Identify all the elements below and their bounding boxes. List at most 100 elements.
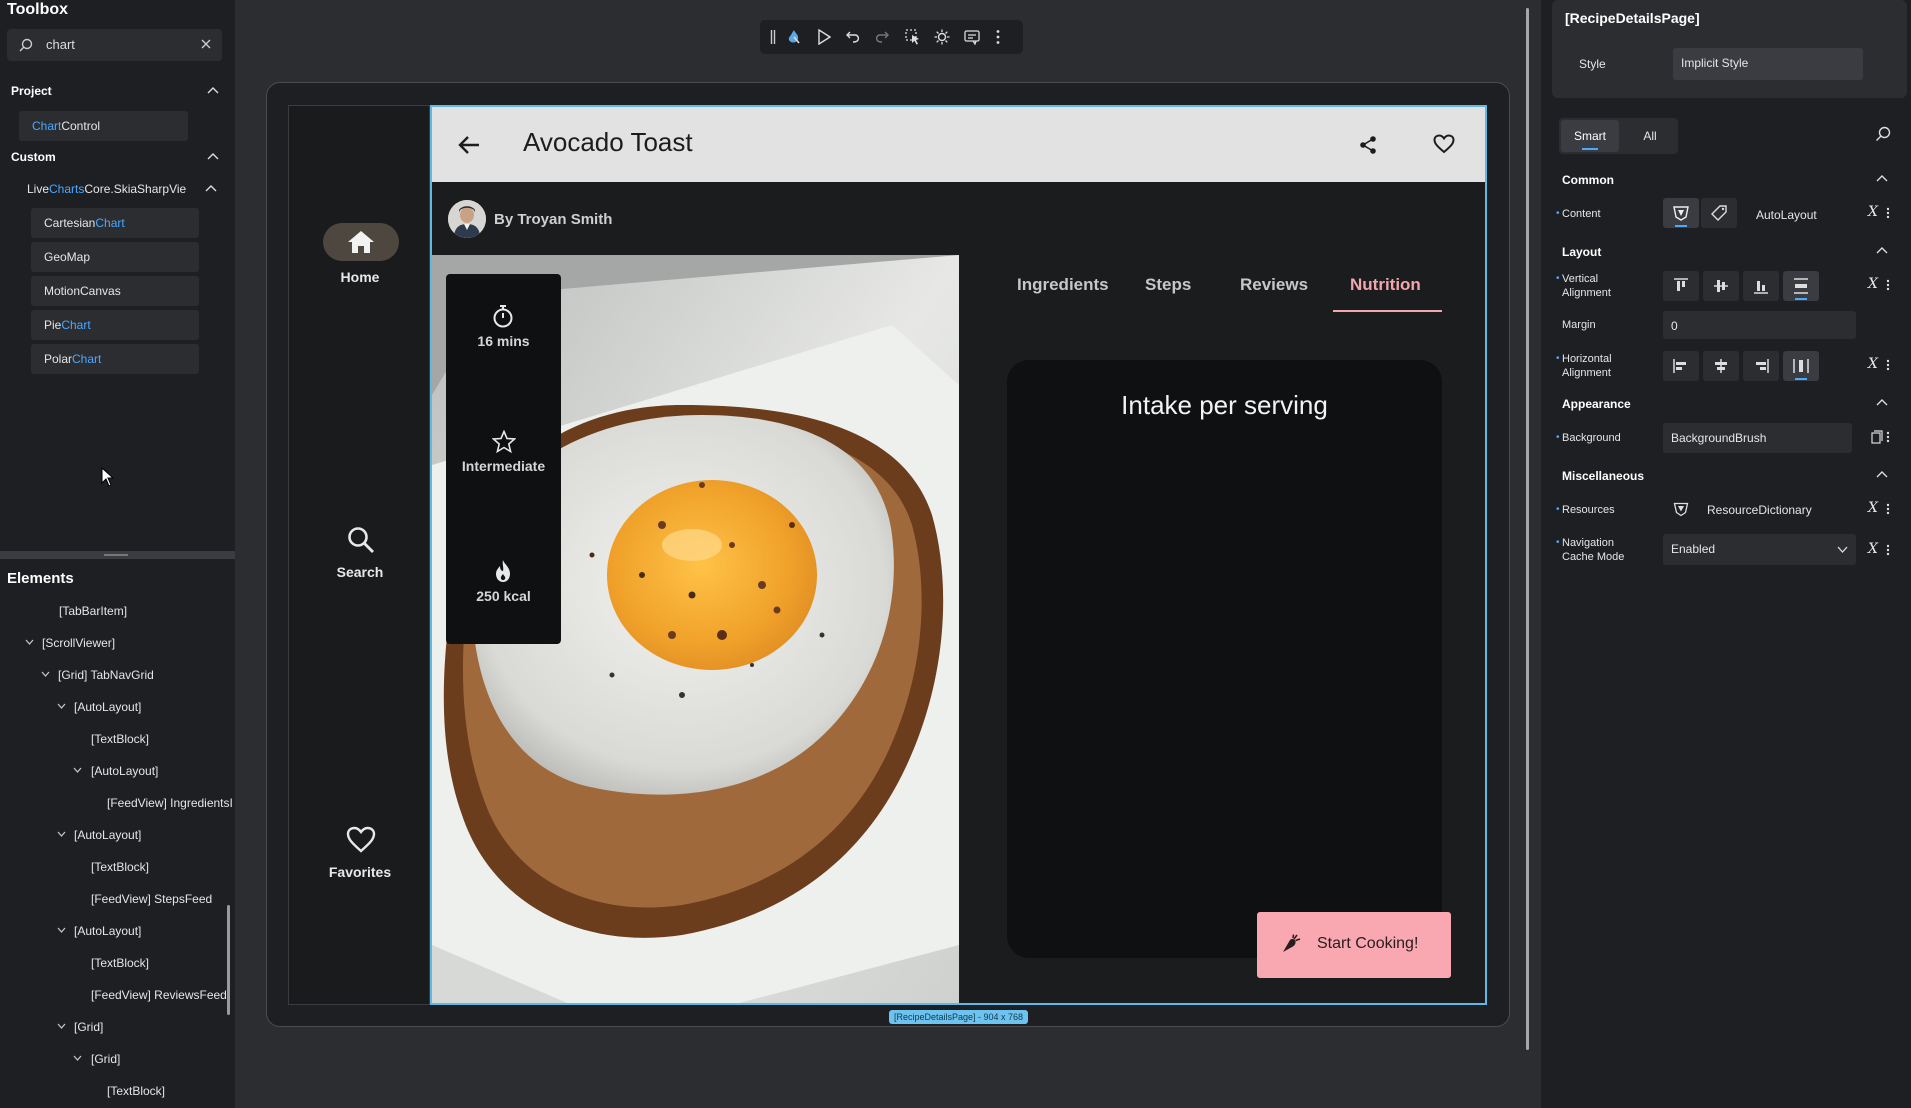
chevron-down-icon[interactable] — [57, 703, 66, 709]
tree-node[interactable]: [AutoLayout] — [74, 924, 141, 938]
section-common[interactable]: Common — [1562, 173, 1614, 187]
close-icon[interactable] — [200, 38, 212, 50]
valign-top[interactable] — [1663, 271, 1699, 301]
selection-icon[interactable] — [905, 29, 921, 45]
valign-center[interactable] — [1703, 271, 1739, 301]
chevron-down-icon[interactable] — [57, 1023, 66, 1029]
content-mode-binding[interactable] — [1663, 198, 1699, 228]
more-vertical-icon[interactable] — [1886, 544, 1890, 556]
tree-node[interactable]: [TabBarItem] — [59, 604, 127, 618]
halign-right[interactable] — [1743, 351, 1779, 381]
tree-node[interactable]: [Grid] TabNavGrid — [58, 668, 154, 682]
play-icon[interactable] — [817, 29, 831, 45]
tree-node[interactable]: [AutoLayout] — [74, 828, 141, 842]
tab-smart[interactable]: Smart — [1561, 120, 1619, 152]
tree-node[interactable]: [FeedView] IngredientsI — [107, 796, 233, 810]
valign-stretch[interactable] — [1783, 271, 1819, 301]
tab-steps[interactable]: Steps — [1145, 275, 1191, 295]
tree-node[interactable]: [AutoLayout] — [91, 764, 158, 778]
content-mode-tag[interactable] — [1701, 198, 1737, 228]
heart-icon[interactable] — [1433, 134, 1455, 154]
nav-home[interactable]: Home — [289, 223, 431, 293]
tree-node[interactable]: [Grid] — [91, 1052, 120, 1066]
tab-reviews[interactable]: Reviews — [1240, 275, 1308, 295]
binding-function-icon[interactable]: X — [1868, 356, 1878, 372]
valign-bottom[interactable] — [1743, 271, 1779, 301]
tab-nutrition[interactable]: Nutrition — [1350, 275, 1421, 295]
toolbox-item-motioncanvas[interactable]: MotionCanvas — [31, 276, 199, 306]
canvas-scrollbar[interactable] — [1526, 8, 1529, 1050]
tree-node[interactable]: [ScrollViewer] — [42, 636, 115, 650]
tree-node[interactable]: [TextBlock] — [107, 1084, 165, 1098]
drag-handle-icon[interactable] — [770, 29, 776, 45]
inspect-icon[interactable] — [964, 29, 980, 45]
chevron-down-icon[interactable] — [57, 831, 66, 837]
splitter-grip[interactable] — [104, 554, 128, 556]
toolbox-item-piechart[interactable]: PieChart — [31, 310, 199, 340]
start-cooking-button[interactable]: Start Cooking! — [1257, 912, 1451, 978]
tree-node[interactable]: [TextBlock] — [91, 732, 149, 746]
toolbox-search-input[interactable]: chart — [7, 29, 222, 61]
nav-cache-mode-select[interactable]: Enabled — [1663, 534, 1856, 565]
livecharts-group[interactable]: LiveChartsCore.SkiaSharpVie — [27, 182, 186, 196]
group-text: Live — [27, 182, 50, 196]
binding-function-icon[interactable]: X — [1868, 541, 1878, 557]
more-vertical-icon[interactable] — [1886, 279, 1890, 291]
nav-search[interactable]: Search — [289, 526, 431, 586]
hot-reload-icon[interactable] — [786, 29, 802, 45]
more-vertical-icon[interactable] — [1886, 431, 1890, 443]
section-miscellaneous[interactable]: Miscellaneous — [1562, 469, 1644, 483]
copy-icon[interactable] — [1871, 430, 1883, 444]
nav-favorites[interactable]: Favorites — [289, 826, 431, 886]
elements-scrollbar[interactable] — [227, 905, 230, 1015]
halign-left[interactable] — [1663, 351, 1699, 381]
custom-section[interactable]: Custom — [0, 142, 235, 172]
tree-node[interactable]: [AutoLayout] — [74, 700, 141, 714]
halign-center[interactable] — [1703, 351, 1739, 381]
toolbox-item-polarchart[interactable]: PolarChart — [31, 344, 199, 374]
search-icon[interactable] — [1875, 126, 1891, 142]
back-arrow-icon[interactable] — [458, 135, 480, 155]
undo-icon[interactable] — [846, 29, 860, 45]
more-vertical-icon[interactable] — [1886, 359, 1890, 371]
section-appearance[interactable]: Appearance — [1562, 397, 1631, 411]
more-vertical-icon[interactable] — [996, 29, 1000, 45]
chevron-down-icon[interactable] — [73, 1055, 82, 1061]
binding-function-icon[interactable]: X — [1868, 500, 1878, 516]
share-icon[interactable] — [1359, 135, 1377, 155]
project-section[interactable]: Project — [0, 76, 235, 106]
section-layout[interactable]: Layout — [1562, 245, 1601, 259]
background-field[interactable]: BackgroundBrush — [1663, 423, 1852, 453]
more-vertical-icon[interactable] — [1886, 503, 1890, 515]
halign-stretch[interactable] — [1783, 351, 1819, 381]
binding-function-icon[interactable]: X — [1868, 204, 1878, 220]
tree-node[interactable]: [TextBlock] — [91, 860, 149, 874]
tree-node[interactable]: [FeedView] StepsFeed — [91, 892, 212, 906]
tree-node[interactable]: [TextBlock] — [91, 956, 149, 970]
chevron-down-icon[interactable] — [41, 671, 50, 677]
toolbox-item-geomap[interactable]: GeoMap — [31, 242, 199, 272]
chevron-down-icon[interactable] — [73, 767, 82, 773]
tab-ingredients[interactable]: Ingredients — [1017, 275, 1109, 295]
tab-all[interactable]: All — [1629, 120, 1671, 152]
tree-node[interactable]: [Grid] — [74, 1020, 103, 1034]
redo-icon[interactable] — [875, 29, 889, 45]
margin-input[interactable]: 0 — [1663, 311, 1856, 339]
chevron-up-icon[interactable] — [205, 184, 217, 192]
panel-splitter[interactable] — [0, 551, 235, 559]
chevron-up-icon[interactable] — [1876, 470, 1888, 478]
tree-node[interactable]: [FeedView] ReviewsFeed — [91, 988, 227, 1002]
toolbox-item-cartesianchart[interactable]: CartesianChart — [31, 208, 199, 238]
style-field[interactable]: Implicit Style — [1673, 48, 1863, 80]
chevron-up-icon[interactable] — [1876, 246, 1888, 254]
chevron-down-icon[interactable] — [57, 927, 66, 933]
chevron-up-icon[interactable] — [207, 86, 219, 94]
more-vertical-icon[interactable] — [1886, 207, 1890, 219]
theme-icon[interactable] — [934, 29, 950, 45]
binding-function-icon[interactable]: X — [1868, 276, 1878, 292]
chevron-down-icon[interactable] — [25, 639, 34, 645]
chevron-up-icon[interactable] — [1876, 174, 1888, 182]
chevron-up-icon[interactable] — [1876, 398, 1888, 406]
chevron-up-icon[interactable] — [207, 152, 219, 160]
toolbox-item-chartcontrol[interactable]: ChartControl — [19, 111, 188, 141]
